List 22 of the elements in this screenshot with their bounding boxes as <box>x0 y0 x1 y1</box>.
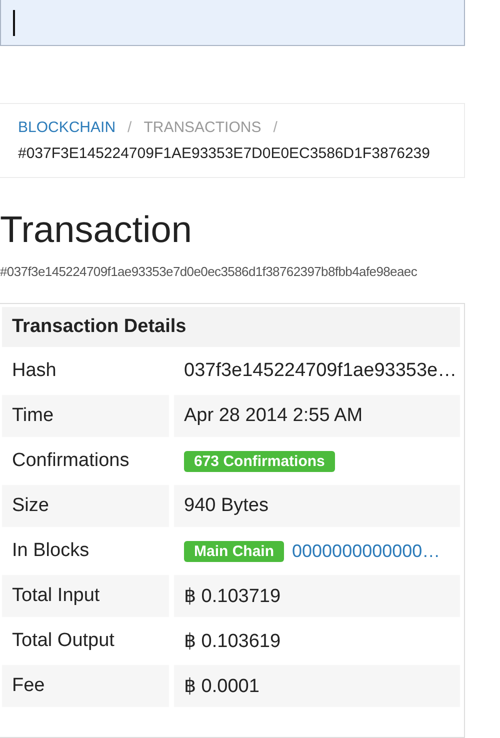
status-badge: Main Chain <box>184 540 284 562</box>
detail-value: Apr 28 2014 2:55 AM <box>184 405 363 427</box>
page-title: Transaction <box>0 208 193 252</box>
detail-value: 037f3e145224709f1ae93353e… <box>184 360 457 382</box>
detail-label: Size <box>2 485 169 527</box>
breadcrumb-item: #037F3E145224709F1AE93353E7D0E0EC3586D1F3876239 <box>18 145 430 163</box>
detail-value: ฿ 0.0001 <box>184 675 260 698</box>
breadcrumb-item[interactable]: BLOCKCHAIN <box>18 119 116 137</box>
transaction-hash: #037f3e145224709f1ae93353e7d0e0ec3586d1f38762397b8fbb4afe98eaec <box>0 264 418 279</box>
breadcrumb-separator: / <box>128 119 132 137</box>
detail-value: 940 Bytes <box>184 495 268 517</box>
detail-label: Time <box>2 395 169 437</box>
detail-value: ฿ 0.103719 <box>184 585 281 608</box>
breadcrumb-separator: / <box>273 119 278 137</box>
input-field[interactable] <box>0 0 465 46</box>
detail-label: Fee <box>2 665 169 707</box>
block-link[interactable]: 0000000000000… <box>292 540 440 562</box>
detail-label: Total Input <box>2 575 169 617</box>
status-badge: 673 Confirmations <box>184 450 335 472</box>
breadcrumb-item: TRANSACTIONS <box>144 119 262 137</box>
card-title: Transaction Details <box>2 307 460 347</box>
detail-value: ฿ 0.103619 <box>184 630 281 653</box>
